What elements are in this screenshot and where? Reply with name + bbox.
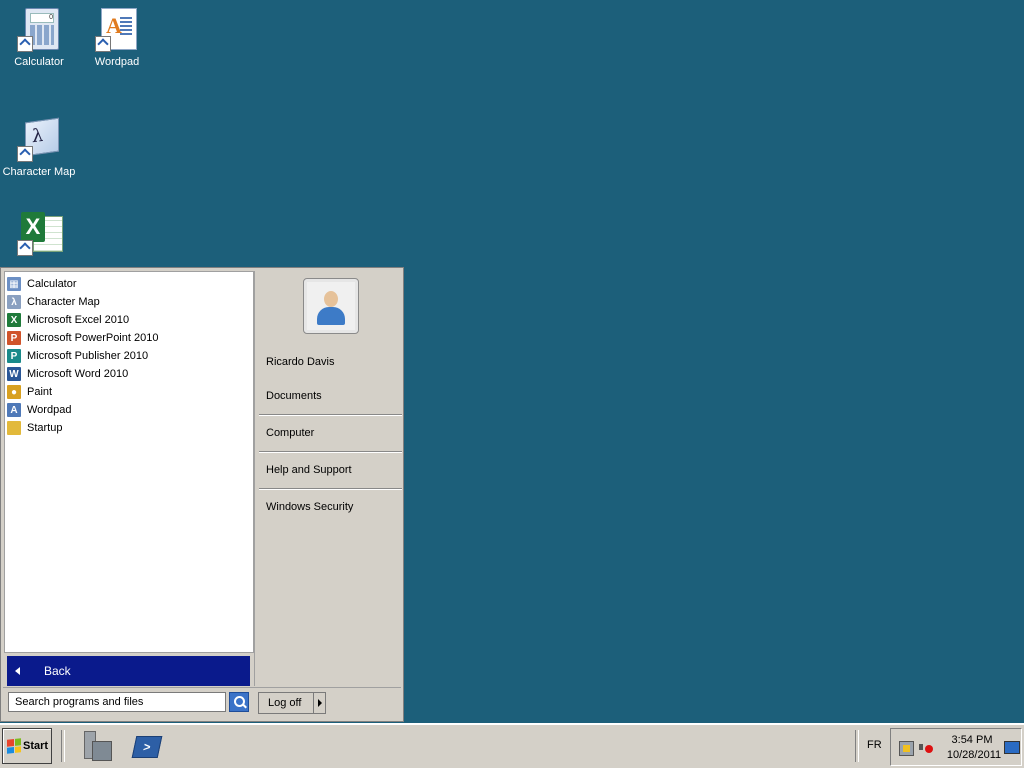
character-map-icon: λ — [7, 295, 21, 309]
desktop-icon-character-map[interactable]: λ Character Map — [0, 117, 78, 178]
windows-logo-icon — [7, 738, 21, 754]
windows-security-link[interactable]: Windows Security — [266, 501, 353, 513]
search-icon[interactable] — [229, 692, 249, 712]
search-input[interactable] — [8, 692, 226, 712]
program-item-paint[interactable]: ● Paint — [7, 383, 251, 401]
desktop-icon-wordpad[interactable]: A Wordpad — [78, 8, 156, 68]
clock-date[interactable]: 10/28/2011 — [945, 749, 1003, 761]
shortcut-arrow-icon — [17, 240, 33, 256]
calculator-icon: 0 — [17, 8, 61, 52]
desktop-icon-calculator[interactable]: 0 Calculator — [0, 8, 78, 68]
user-name-link[interactable]: Ricardo Davis — [266, 356, 334, 368]
shortcut-arrow-icon — [17, 36, 33, 52]
program-item-word[interactable]: W Microsoft Word 2010 — [7, 365, 251, 383]
taskbar: Start > FR 3:54 PM 10/28/2011 — [0, 723, 1024, 768]
calculator-icon: ▦ — [7, 277, 21, 291]
program-item-excel[interactable]: X Microsoft Excel 2010 — [7, 311, 251, 329]
language-indicator[interactable]: FR — [867, 739, 882, 751]
program-item-startup[interactable]: Startup — [7, 419, 251, 437]
volume-muted-icon[interactable] — [919, 741, 933, 754]
system-tray: 3:54 PM 10/28/2011 — [890, 728, 1022, 766]
start-button[interactable]: Start — [2, 728, 52, 764]
character-map-icon: λ — [17, 117, 61, 162]
desktop-icon-label: Wordpad — [94, 56, 140, 68]
shortcut-arrow-icon — [95, 36, 111, 52]
wordpad-icon: A — [7, 403, 21, 417]
program-item-publisher[interactable]: P Microsoft Publisher 2010 — [7, 347, 251, 365]
documents-link[interactable]: Documents — [266, 390, 322, 402]
network-icon[interactable] — [899, 741, 914, 756]
divider — [3, 687, 401, 688]
user-avatar[interactable] — [303, 278, 359, 334]
back-arrow-icon — [15, 667, 20, 675]
help-support-link[interactable]: Help and Support — [266, 464, 352, 476]
program-item-calculator[interactable]: ▦ Calculator — [7, 275, 251, 293]
excel-icon: X — [17, 212, 63, 256]
show-desktop-icon[interactable] — [1004, 741, 1020, 754]
powerpoint-icon: P — [7, 331, 21, 345]
paint-icon: ● — [7, 385, 21, 399]
program-item-wordpad[interactable]: A Wordpad — [7, 401, 251, 419]
desktop-icon-label: Character Map — [2, 166, 76, 178]
divider — [259, 451, 402, 453]
divider — [259, 414, 402, 416]
programs-list: ▦ Calculator λ Character Map X Microsoft… — [4, 271, 254, 653]
divider — [254, 271, 255, 686]
shortcut-arrow-icon — [17, 146, 33, 162]
back-button[interactable]: Back — [7, 656, 250, 686]
shutdown-options-arrow-icon[interactable] — [312, 693, 325, 713]
publisher-icon: P — [7, 349, 21, 363]
program-item-character-map[interactable]: λ Character Map — [7, 293, 251, 311]
program-item-powerpoint[interactable]: P Microsoft PowerPoint 2010 — [7, 329, 251, 347]
excel-icon: X — [7, 313, 21, 327]
computer-link[interactable]: Computer — [266, 427, 314, 439]
start-menu: ▦ Calculator λ Character Map X Microsoft… — [0, 267, 404, 722]
wordpad-icon: A — [95, 8, 139, 52]
logoff-button[interactable]: Log off — [258, 692, 326, 714]
desktop-icon-label: Calculator — [14, 56, 64, 68]
divider — [259, 488, 402, 490]
powershell-icon[interactable]: > — [131, 736, 163, 758]
taskbar-divider — [855, 730, 859, 762]
desktop-icon-excel[interactable]: X — [0, 212, 78, 260]
taskbar-divider — [61, 730, 65, 762]
clock-time[interactable]: 3:54 PM — [947, 734, 997, 746]
word-icon: W — [7, 367, 21, 381]
folder-icon — [7, 421, 21, 435]
server-manager-icon[interactable] — [82, 731, 112, 761]
